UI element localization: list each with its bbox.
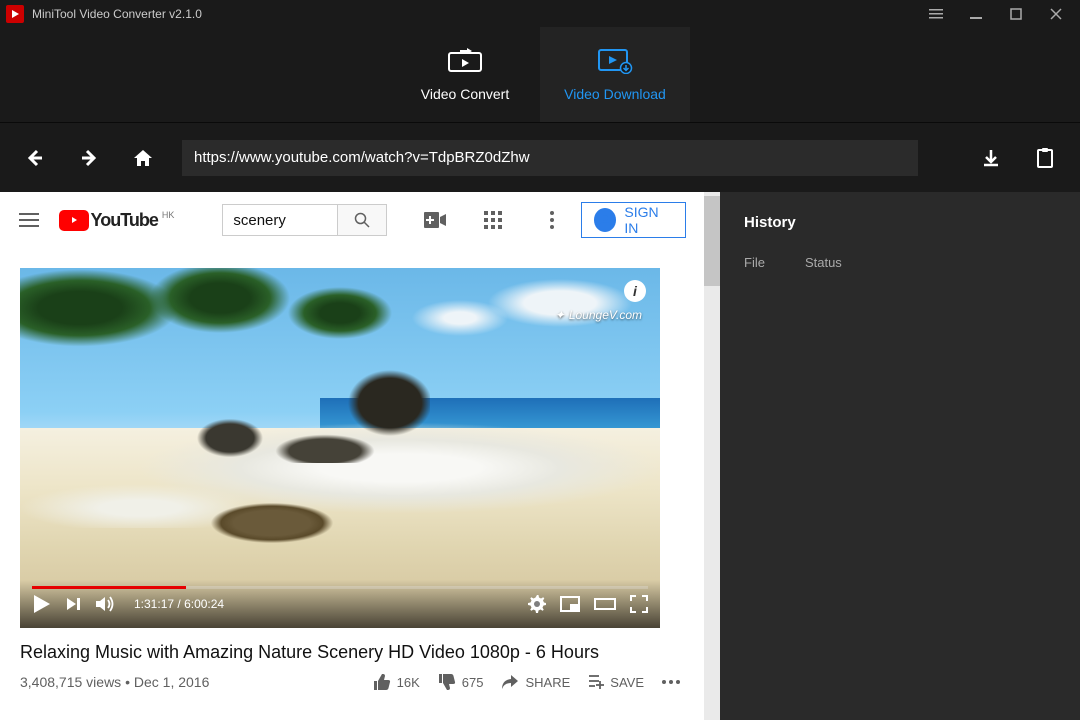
more-icon[interactable] bbox=[540, 208, 563, 232]
main-tabs: Video Convert Video Download bbox=[0, 27, 1080, 122]
history-columns: File Status bbox=[744, 255, 1056, 270]
video-metadata: Relaxing Music with Amazing Nature Scene… bbox=[0, 628, 700, 691]
next-button[interactable] bbox=[66, 596, 82, 612]
tab-video-convert[interactable]: Video Convert bbox=[390, 27, 540, 122]
tab-video-download[interactable]: Video Download bbox=[540, 27, 690, 122]
history-col-status: Status bbox=[805, 255, 842, 270]
download-icon bbox=[597, 48, 633, 74]
window-title: MiniTool Video Converter v2.1.0 bbox=[32, 7, 926, 21]
minimize-button[interactable] bbox=[966, 4, 986, 24]
player-controls: 1:31:17 / 6:00:24 bbox=[20, 580, 660, 628]
miniplayer-icon[interactable] bbox=[560, 596, 580, 612]
save-button[interactable]: SAVE bbox=[588, 674, 644, 690]
theater-icon[interactable] bbox=[594, 596, 616, 612]
create-video-icon[interactable] bbox=[423, 208, 446, 232]
search-input[interactable] bbox=[222, 204, 337, 236]
apps-icon[interactable] bbox=[482, 208, 505, 232]
main-content: YouTube HK SIGN IN bbox=[0, 192, 1080, 720]
search-box bbox=[222, 204, 387, 236]
youtube-header: YouTube HK SIGN IN bbox=[0, 192, 720, 248]
history-title: History bbox=[744, 214, 1056, 231]
browser-pane: YouTube HK SIGN IN bbox=[0, 192, 720, 720]
convert-icon bbox=[447, 48, 483, 74]
settings-icon[interactable] bbox=[528, 595, 546, 613]
home-button[interactable] bbox=[128, 143, 158, 173]
time-display: 1:31:17 / 6:00:24 bbox=[134, 597, 224, 611]
more-actions-icon[interactable] bbox=[662, 680, 680, 684]
volume-button[interactable] bbox=[96, 595, 116, 613]
browser-toolbar bbox=[0, 122, 1080, 192]
search-button[interactable] bbox=[337, 204, 387, 236]
video-stats: 3,408,715 views • Dec 1, 2016 bbox=[20, 674, 373, 690]
play-button[interactable] bbox=[32, 593, 52, 615]
back-button[interactable] bbox=[20, 143, 50, 173]
avatar-icon bbox=[594, 208, 616, 232]
scrollbar[interactable] bbox=[704, 192, 720, 720]
forward-button[interactable] bbox=[74, 143, 104, 173]
history-col-file: File bbox=[744, 255, 765, 270]
tab-label: Video Download bbox=[564, 86, 666, 102]
watermark: ✦ LoungeV.com bbox=[555, 308, 642, 322]
titlebar: MiniTool Video Converter v2.1.0 bbox=[0, 0, 1080, 27]
maximize-button[interactable] bbox=[1006, 4, 1026, 24]
clipboard-button[interactable] bbox=[1030, 143, 1060, 173]
youtube-logo[interactable]: YouTube HK bbox=[59, 210, 175, 231]
like-button[interactable]: 16K bbox=[373, 673, 420, 691]
info-icon[interactable]: i bbox=[624, 280, 646, 302]
history-pane: History File Status bbox=[720, 192, 1080, 720]
app-logo bbox=[6, 5, 24, 23]
fullscreen-icon[interactable] bbox=[630, 595, 648, 613]
url-input[interactable] bbox=[182, 140, 918, 176]
signin-button[interactable]: SIGN IN bbox=[581, 202, 686, 238]
tab-label: Video Convert bbox=[421, 86, 509, 102]
video-player[interactable]: i ✦ LoungeV.com 1:31:17 / 6:00:24 bbox=[20, 268, 660, 628]
video-title: Relaxing Music with Amazing Nature Scene… bbox=[20, 642, 680, 663]
close-button[interactable] bbox=[1046, 4, 1066, 24]
dislike-button[interactable]: 675 bbox=[438, 673, 484, 691]
download-button[interactable] bbox=[976, 143, 1006, 173]
share-button[interactable]: SHARE bbox=[501, 674, 570, 690]
menu-icon[interactable] bbox=[926, 4, 946, 24]
hamburger-icon[interactable] bbox=[18, 208, 41, 232]
